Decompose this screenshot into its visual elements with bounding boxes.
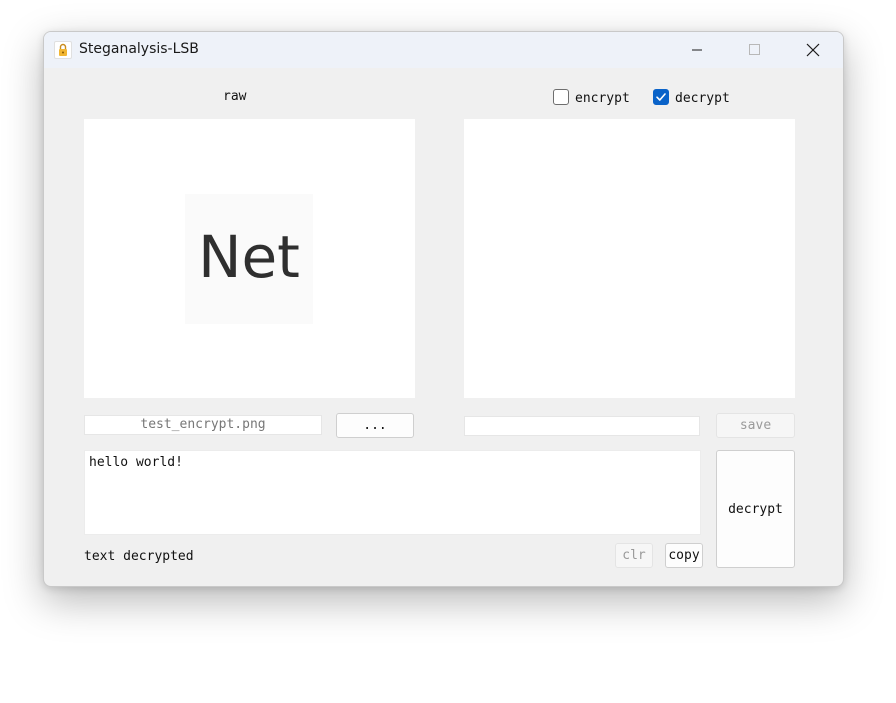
encrypt-checkbox[interactable] bbox=[553, 89, 569, 105]
window-title: Steganalysis-LSB bbox=[79, 41, 199, 57]
raw-image: Net bbox=[185, 194, 313, 324]
output-image-panel bbox=[464, 119, 795, 398]
minimize-button[interactable] bbox=[674, 32, 720, 68]
decrypt-action-button[interactable]: decrypt bbox=[716, 450, 795, 568]
lock-icon bbox=[54, 41, 72, 59]
raw-label: raw bbox=[223, 89, 247, 104]
app-window: Steganalysis-LSB raw Net encrypt decrypt… bbox=[43, 31, 844, 587]
message-textarea[interactable]: hello world! bbox=[84, 450, 701, 535]
checkmark-icon bbox=[656, 93, 666, 101]
encrypt-label[interactable]: encrypt bbox=[575, 91, 630, 106]
copy-button[interactable]: copy bbox=[665, 543, 703, 568]
output-file-field[interactable] bbox=[464, 416, 700, 436]
status-text: text decrypted bbox=[84, 549, 194, 564]
raw-image-panel: Net bbox=[84, 119, 415, 398]
minimize-icon bbox=[692, 49, 702, 51]
decrypt-label[interactable]: decrypt bbox=[675, 91, 730, 106]
input-file-field[interactable] bbox=[84, 415, 322, 435]
browse-button[interactable]: ... bbox=[336, 413, 414, 438]
decrypt-checkbox[interactable] bbox=[653, 89, 669, 105]
close-button[interactable] bbox=[790, 32, 836, 68]
close-icon bbox=[806, 43, 820, 57]
raw-image-text: Net bbox=[198, 223, 300, 291]
maximize-button[interactable] bbox=[732, 32, 778, 68]
save-button[interactable]: save bbox=[716, 413, 795, 438]
clear-button[interactable]: clr bbox=[615, 543, 653, 568]
title-bar[interactable]: Steganalysis-LSB bbox=[44, 32, 843, 68]
maximize-icon bbox=[749, 44, 760, 55]
message-text: hello world! bbox=[89, 455, 183, 470]
